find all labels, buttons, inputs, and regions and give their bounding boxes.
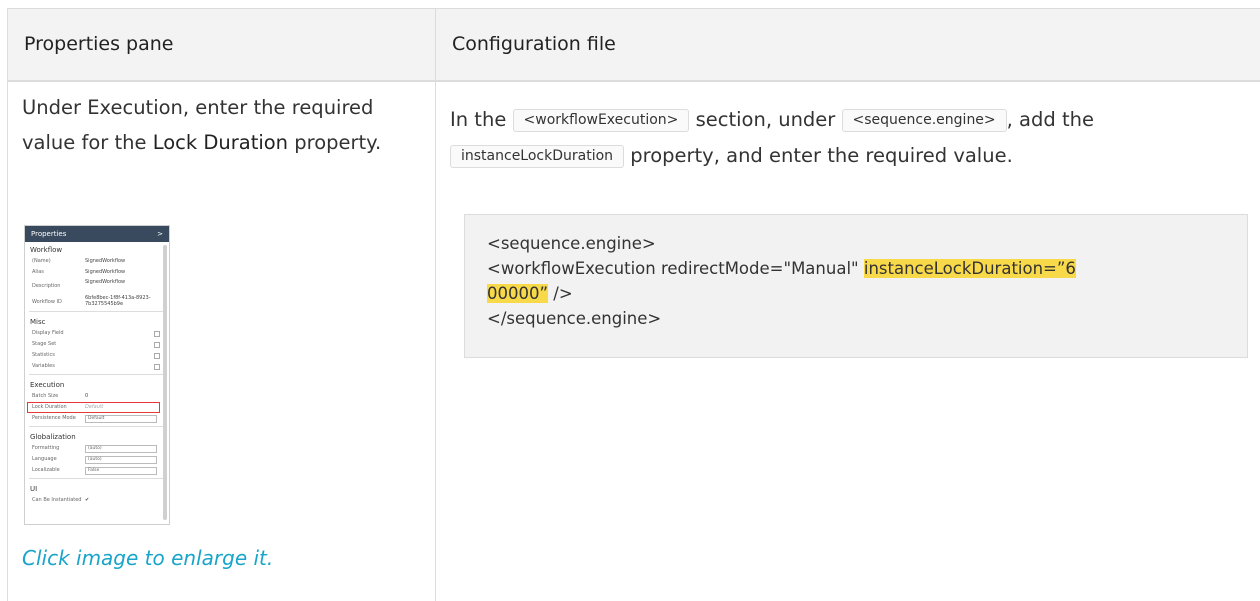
- code-line: <sequence.engine>: [487, 234, 656, 253]
- left-instructions: Under Execution, enter the required valu…: [22, 90, 422, 160]
- code-workflow-execution: <workflowExecution>: [512, 109, 690, 132]
- table-border-middle: [435, 82, 436, 601]
- section-workflow: Workflow: [30, 246, 63, 254]
- prop-row-lock-duration[interactable]: Lock Duration Default: [25, 402, 169, 413]
- prop-row: Display Field: [25, 328, 169, 339]
- section-misc: Misc: [30, 318, 46, 326]
- prop-row: Persistence Mode Default: [25, 413, 169, 424]
- header-properties-pane: Properties pane: [24, 33, 174, 55]
- prop-row: Formatting (auto): [25, 443, 169, 454]
- prop-row: Alias SignedWorkflow: [32, 269, 126, 275]
- config-code-block: <sequence.engine> <workflowExecution red…: [464, 214, 1248, 358]
- section-globalization: Globalization: [30, 433, 76, 441]
- table-border-left: [7, 82, 8, 601]
- content-table: Properties pane Configuration file Under…: [0, 0, 1260, 601]
- prop-row: Statistics: [25, 350, 169, 361]
- section-ui: UI: [30, 485, 38, 493]
- checkmark-icon: ✔: [85, 497, 90, 503]
- prop-row: Workflow ID 6bfe8bec-1f8f-413a-8923-7b327…: [32, 295, 151, 307]
- left-text-after: property.: [288, 131, 382, 154]
- properties-pane-screenshot[interactable]: Properties > Workflow (Name) SignedWorkfl…: [24, 225, 170, 525]
- code-line: <workflowExecution redirectMode="Manual"…: [487, 259, 1076, 278]
- highlighted-attribute: instanceLockDuration=”6: [863, 259, 1076, 278]
- prop-row: Can Be Instantiated ✔: [25, 495, 169, 506]
- code-sequence-engine: <sequence.engine>: [841, 109, 1007, 132]
- section-execution: Execution: [30, 381, 65, 389]
- header-cell-configuration: Configuration file: [435, 8, 1260, 82]
- prop-row: Language (auto): [25, 454, 169, 465]
- enlarge-image-link[interactable]: Click image to enlarge it.: [22, 546, 273, 570]
- code-line: 00000” />: [487, 284, 573, 303]
- highlighted-attribute: 00000”: [487, 284, 549, 303]
- prop-row: Variables: [25, 361, 169, 372]
- lock-duration-term: Lock Duration: [152, 131, 289, 154]
- prop-row: Stage Set: [25, 339, 169, 350]
- right-instructions: In the <workflowExecution> section, unde…: [450, 108, 1094, 168]
- prop-row: Description SignedWorkflow: [32, 279, 126, 289]
- prop-row: (Name) SignedWorkflow: [32, 258, 126, 264]
- properties-title: Properties: [31, 230, 67, 238]
- chevron-right-icon: >: [157, 230, 163, 238]
- code-line: </sequence.engine>: [487, 309, 662, 328]
- header-cell-properties: Properties pane: [7, 8, 435, 82]
- prop-row: Localizable False: [25, 465, 169, 476]
- lock-duration-highlight: [27, 402, 160, 413]
- properties-title-bar: Properties >: [25, 226, 169, 242]
- prop-row: Batch Size 0: [32, 393, 89, 399]
- header-configuration-file: Configuration file: [452, 33, 616, 55]
- code-instance-lock-duration: instanceLockDuration: [450, 145, 625, 168]
